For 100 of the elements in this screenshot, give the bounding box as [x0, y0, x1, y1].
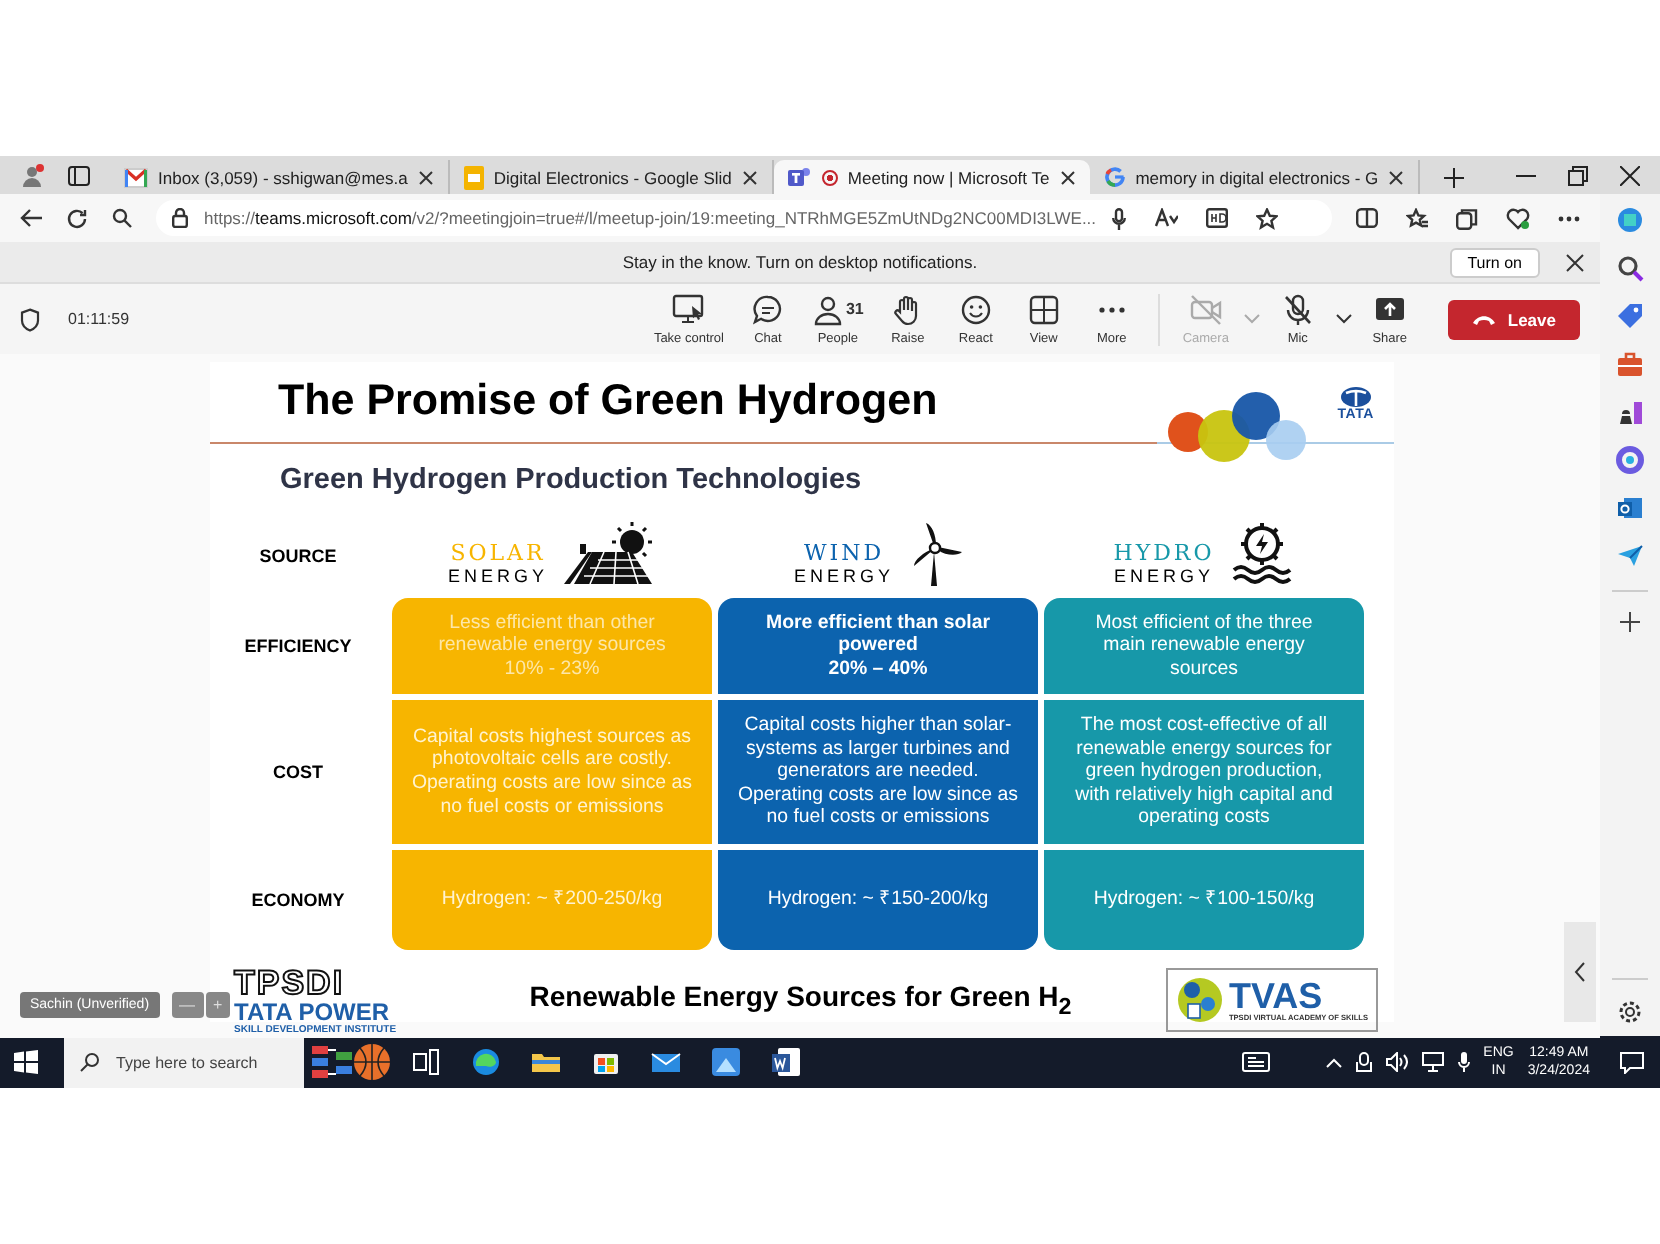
- task-view-icon[interactable]: [410, 1046, 442, 1078]
- split-screen-icon[interactable]: [1356, 208, 1378, 228]
- row-label: EFFICIENCY: [242, 634, 354, 660]
- collections-icon[interactable]: [1456, 207, 1478, 229]
- search-icon: [80, 1052, 100, 1072]
- heart-icon[interactable]: [1506, 207, 1530, 229]
- network-icon[interactable]: [1421, 1052, 1444, 1072]
- mic-off-icon: [1281, 293, 1314, 325]
- more-icon[interactable]: [1558, 215, 1580, 221]
- source-name: HYDRO: [1113, 540, 1215, 566]
- chevron-left-icon: [1574, 962, 1586, 982]
- shield-icon: [20, 307, 40, 331]
- leave-button[interactable]: Leave: [1447, 299, 1580, 339]
- slides-icon: [463, 165, 484, 189]
- logo-mark: TVAS: [1228, 978, 1323, 1014]
- source-subtitle: ENERGY: [1113, 566, 1214, 586]
- source-name: WIND: [803, 540, 885, 566]
- screen-cursor-icon: [672, 293, 705, 325]
- caret-icon[interactable]: [1335, 314, 1352, 324]
- slide-footer: Renewable Energy Sources for Green H$_{2}$: [434, 980, 1167, 1020]
- close-icon[interactable]: [1059, 169, 1076, 185]
- more-icon: [1097, 305, 1126, 313]
- source-subtitle: ENERGY: [447, 566, 548, 586]
- row-label: ECONOMY: [249, 888, 347, 914]
- table-cell: Less efficient than other renewable energy sources 10% - 23%: [392, 598, 712, 694]
- photos-icon[interactable]: [710, 1046, 742, 1078]
- restore-icon[interactable]: [1568, 165, 1588, 185]
- chevron-up-icon[interactable]: [1325, 1057, 1342, 1067]
- app-icon: [787, 166, 812, 188]
- row-label: SOURCE: [257, 544, 339, 570]
- refresh-icon[interactable]: [66, 207, 88, 229]
- new-tab-icon[interactable]: [1444, 168, 1465, 188]
- sidebar-toggle-icon[interactable]: [68, 165, 90, 185]
- taskbar-search-field[interactable]: Type here to search: [64, 1036, 304, 1088]
- browser-swirl-icon[interactable]: [470, 1046, 502, 1078]
- notification-text: Stay in the know. Turn on desktop notifications.: [622, 252, 978, 272]
- speaker-icon[interactable]: [1385, 1052, 1408, 1072]
- panel-toggle-button[interactable]: [1564, 922, 1596, 1022]
- table-cell: More efficient than solar powered 20% – 40%: [718, 598, 1038, 694]
- person-icon: [811, 293, 844, 325]
- meeting-timer: 01:11:59: [68, 310, 130, 328]
- source-subtitle: ENERGY: [793, 566, 894, 586]
- table-cell: The most cost-effective of all renewable energy sources for green hydrogen production, with relatively high capital and operating costs: [1044, 700, 1364, 844]
- close-icon[interactable]: [1566, 253, 1584, 271]
- paper-plane-icon[interactable]: [1616, 542, 1644, 570]
- start-icon[interactable]: [14, 1050, 38, 1074]
- table-cell: Capital costs higher than solar- systems as larger turbines and generators are needed. Operating costs are low since as no fuel costs or emissions: [718, 700, 1038, 844]
- slide-title: The Promise of Green Hydrogen: [278, 376, 938, 426]
- water-wheel-icon: [1230, 522, 1295, 586]
- share-icon: [1373, 293, 1406, 325]
- smiley-icon: [959, 293, 992, 325]
- row-label: COST: [270, 760, 325, 786]
- logo-name: TATA POWER: [234, 999, 392, 1023]
- close-icon[interactable]: [417, 169, 434, 185]
- swirl-icon[interactable]: [1616, 446, 1644, 474]
- widget-drawing[interactable]: [308, 1042, 392, 1082]
- back-icon[interactable]: [20, 208, 42, 228]
- news-icon[interactable]: [1241, 1052, 1270, 1072]
- url-text: https://teams.microsoft.com/v2/?meetingjoin=true#/l/meetup-join/19:meeting_NTRhMGE5ZmUtNDg2NC00MDI3LWE...: [204, 208, 1097, 228]
- close-icon[interactable]: [1388, 169, 1405, 185]
- google-icon: [1103, 166, 1126, 188]
- search-icon[interactable]: [1616, 254, 1644, 282]
- close-icon[interactable]: [1620, 165, 1640, 185]
- address-field[interactable]: https://teams.microsoft.com/v2/?meetingjoin=true#/l/meetup-join/19:meeting_NTRhMGE5ZmUtNDg2NC00MDI3LWE...: [156, 200, 1332, 236]
- slide-subtitle: Green Hydrogen Production Technologies: [280, 464, 864, 500]
- phone-hangup-icon: [1471, 313, 1496, 325]
- chat-icon: [751, 293, 784, 325]
- read-aloud-icon[interactable]: [1154, 208, 1179, 228]
- logo-mark: TPSDI: [234, 965, 347, 999]
- favorites-icon[interactable]: [1406, 207, 1428, 229]
- microphone-icon[interactable]: [1457, 1052, 1470, 1072]
- participant-count: 31: [845, 300, 864, 318]
- tata-emblem-icon: [1339, 386, 1372, 408]
- tag-icon[interactable]: [1616, 302, 1644, 330]
- briefcase-icon[interactable]: [1616, 350, 1644, 378]
- mail-envelope-icon[interactable]: [1616, 494, 1644, 522]
- search-icon[interactable]: [112, 208, 132, 228]
- copilot-icon[interactable]: [1616, 206, 1644, 234]
- browser-tab[interactable]: Meeting now | Microsoft Te: [773, 160, 1090, 194]
- source-name: SOLAR: [450, 540, 546, 566]
- table-cell: Hydrogen: ~ ₹100-150/kg: [1044, 850, 1364, 950]
- table-cell: Hydrogen: ~ ₹200-250/kg: [392, 850, 712, 950]
- search-placeholder: Type here to search: [116, 1053, 258, 1071]
- table-cell: Most efficient of the three main renewable energy sources: [1044, 598, 1364, 694]
- table-cell: Hydrogen: ~ ₹150-200/kg: [718, 850, 1038, 950]
- notifications-icon[interactable]: [1620, 1051, 1644, 1073]
- hd-icon[interactable]: [1206, 208, 1229, 228]
- document-w-icon[interactable]: [770, 1046, 802, 1078]
- close-icon[interactable]: [741, 169, 758, 185]
- solar-panel-icon: [564, 522, 656, 586]
- lock-icon: [172, 208, 188, 228]
- microphone-icon[interactable]: [1112, 207, 1127, 229]
- settings-icon[interactable]: [1618, 1000, 1642, 1024]
- turn-on-button[interactable]: Turn on: [1449, 247, 1540, 277]
- add-icon[interactable]: [1620, 612, 1640, 632]
- mail-icon: [124, 167, 148, 187]
- profile-icon[interactable]: [20, 163, 44, 187]
- camera-off-icon: [1189, 293, 1222, 325]
- wind-turbine-icon: [910, 522, 962, 586]
- star-icon[interactable]: [1256, 207, 1279, 229]
